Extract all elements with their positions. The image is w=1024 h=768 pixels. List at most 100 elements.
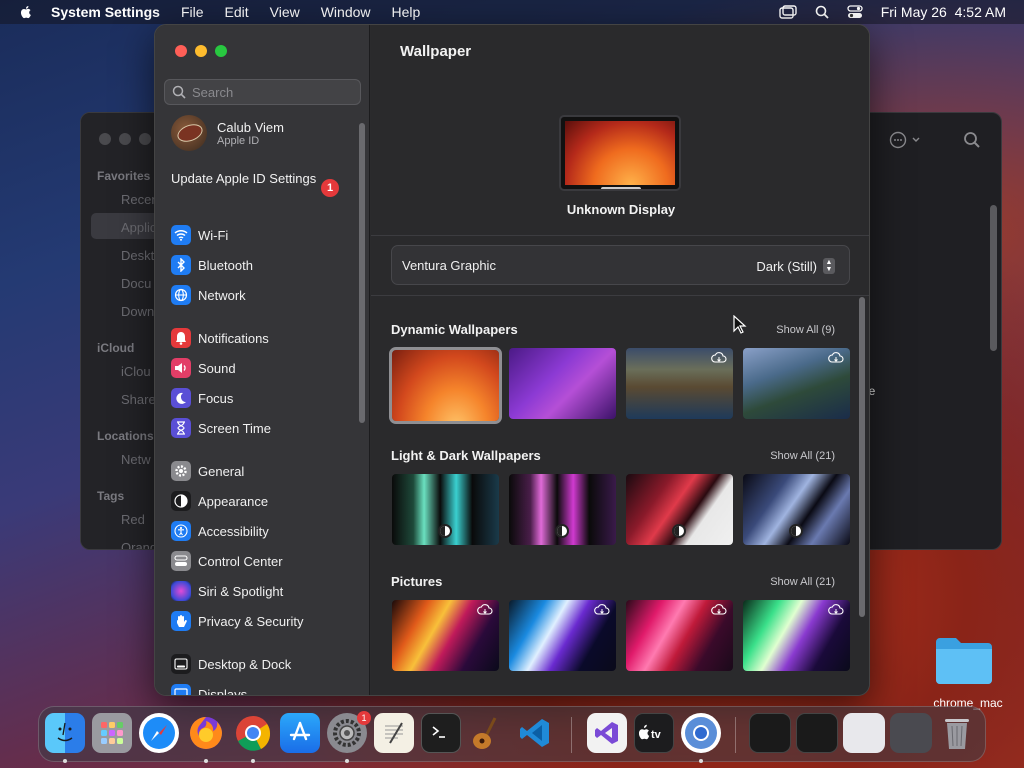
menu-view[interactable]: View [270, 4, 300, 20]
zoom-button[interactable] [215, 45, 227, 57]
sidebar-scrollbar[interactable] [359, 123, 365, 423]
sidebar-item-focus[interactable]: Focus [171, 387, 233, 409]
search-icon[interactable] [963, 131, 981, 149]
finder-item[interactable]: Deskt [121, 248, 154, 263]
more-options-icon[interactable] [889, 131, 923, 149]
dock-chromium-icon[interactable] [681, 713, 721, 753]
finder-item[interactable]: Docu [121, 276, 151, 291]
dock-google-chrome-icon[interactable] [233, 713, 273, 753]
menu-edit[interactable]: Edit [225, 4, 249, 20]
finder-item[interactable]: Downl [121, 304, 157, 319]
finder-item[interactable]: Netw [121, 452, 151, 467]
dock-trash-icon[interactable] [937, 713, 977, 753]
apple-id-profile[interactable]: Calub Viem Apple ID [171, 115, 284, 151]
wallpaper-thumb-macbook-green[interactable] [743, 600, 850, 671]
finder-item[interactable]: Share [121, 392, 156, 407]
dock-vscode-icon[interactable] [515, 713, 555, 753]
download-cloud-icon[interactable] [828, 604, 844, 616]
sidebar-item-sound[interactable]: Sound [171, 357, 236, 379]
finder-traffic-lights [99, 133, 151, 145]
wifi-icon [171, 225, 191, 245]
wallpaper-thumb-catalina[interactable] [743, 348, 850, 419]
menu-file[interactable]: File [181, 4, 204, 20]
update-apple-id-item[interactable]: Update Apple ID Settings [171, 171, 341, 187]
wallpaper-selector[interactable]: Ventura Graphic Dark (Still) ▲ ▼ [391, 245, 850, 285]
display-icon [171, 684, 191, 695]
download-cloud-icon[interactable] [711, 604, 727, 616]
dock-window-thumb-chrome[interactable] [843, 713, 885, 753]
dock-firefox-icon[interactable] [186, 713, 226, 753]
page-title: Wallpaper [400, 43, 472, 60]
dock-window-thumb-launchpad[interactable] [796, 713, 838, 753]
folder-icon[interactable] [934, 634, 994, 686]
sidebar-item-bluetooth[interactable]: Bluetooth [171, 254, 253, 276]
menu-clock[interactable]: Fri May 26 4:52 AM [881, 4, 1006, 20]
divider [371, 235, 869, 236]
download-cloud-icon[interactable] [477, 604, 493, 616]
download-cloud-icon[interactable] [828, 352, 844, 364]
sidebar-item-screen-time[interactable]: Screen Time [171, 417, 271, 439]
finder-item[interactable]: Applic [121, 220, 156, 235]
avatar [171, 115, 207, 151]
wallpaper-thumb-macbook-orange[interactable] [392, 600, 499, 671]
wallpaper-thumb-imac-purple[interactable] [509, 474, 616, 545]
wallpaper-thumb-imac-green[interactable] [392, 474, 499, 545]
finder-item[interactable]: Red [121, 512, 145, 527]
light-dark-mode-icon [438, 524, 452, 538]
wallpaper-thumb-red-waves[interactable] [626, 474, 733, 545]
sidebar-item-wifi[interactable]: Wi-Fi [171, 224, 228, 246]
download-cloud-icon[interactable] [711, 352, 727, 364]
menu-app-name[interactable]: System Settings [51, 4, 160, 20]
sidebar-item-notifications[interactable]: Notifications [171, 327, 269, 349]
sidebar-item-displays[interactable]: Displays [171, 683, 247, 695]
sidebar-item-network[interactable]: Network [171, 284, 246, 306]
spotlight-search-icon[interactable] [815, 5, 829, 19]
dock-visual-studio-icon[interactable] [587, 713, 627, 753]
dock-finder-icon[interactable] [45, 713, 85, 753]
dock-terminal-icon[interactable] [421, 713, 461, 753]
dock-window-thumb-terminal[interactable] [749, 713, 791, 753]
show-all-light-dark-button[interactable]: Show All (21) [770, 450, 835, 462]
wallpaper-thumb-ventura-graphic[interactable] [389, 347, 502, 424]
screen-mirroring-icon[interactable] [779, 5, 797, 19]
sidebar-item-desktop-dock[interactable]: Desktop & Dock [171, 653, 291, 675]
finder-scrollbar[interactable] [990, 205, 997, 351]
minimize-button[interactable] [195, 45, 207, 57]
control-center-icon[interactable] [847, 5, 863, 19]
finder-item[interactable]: Recen [121, 192, 159, 207]
search-input[interactable] [192, 84, 352, 100]
download-cloud-icon[interactable] [594, 604, 610, 616]
content-scrollbar[interactable] [859, 297, 865, 617]
show-all-pictures-button[interactable]: Show All (21) [770, 576, 835, 588]
appearance-icon [171, 491, 191, 511]
show-all-dynamic-button[interactable]: Show All (9) [776, 324, 835, 336]
dock-tv-icon[interactable]: tv [634, 713, 674, 753]
sidebar-item-siri-spotlight[interactable]: Siri & Spotlight [171, 580, 283, 602]
wallpaper-thumb-big-sur-coast[interactable] [626, 348, 733, 419]
section-title-dynamic: Dynamic Wallpapers [391, 322, 518, 337]
sidebar-item-general[interactable]: General [171, 460, 244, 482]
dock-textedit-icon[interactable] [374, 713, 414, 753]
wallpaper-thumb-macbook-pink[interactable] [626, 600, 733, 671]
wallpaper-thumb-macbook-blue[interactable] [509, 600, 616, 671]
wallpaper-thumb-monterey[interactable] [509, 348, 616, 419]
dock-safari-icon[interactable] [139, 713, 179, 753]
appearance-mode-popup[interactable]: Dark (Still) ▲ ▼ [756, 258, 835, 274]
sidebar-item-appearance[interactable]: Appearance [171, 490, 268, 512]
dock-launchpad-icon[interactable] [92, 713, 132, 753]
dock-app-store-icon[interactable] [280, 713, 320, 753]
finder-item[interactable]: iClou [121, 364, 151, 379]
menu-window[interactable]: Window [321, 4, 371, 20]
apple-menu-icon[interactable] [18, 4, 34, 20]
sidebar-item-control-center[interactable]: Control Center [171, 550, 283, 572]
dock-window-thumb-settings[interactable] [890, 713, 932, 753]
finder-item[interactable]: Orang [121, 540, 157, 549]
sidebar-item-privacy-security[interactable]: Privacy & Security [171, 610, 303, 632]
sidebar-item-accessibility[interactable]: Accessibility [171, 520, 269, 542]
close-button[interactable] [175, 45, 187, 57]
sidebar-search[interactable] [164, 79, 361, 105]
dock-instruments-icon[interactable] [468, 713, 508, 753]
settings-sidebar: Calub Viem Apple ID Update Apple ID Sett… [155, 25, 370, 695]
wallpaper-thumb-blue-waves[interactable] [743, 474, 850, 545]
menu-help[interactable]: Help [392, 4, 421, 20]
